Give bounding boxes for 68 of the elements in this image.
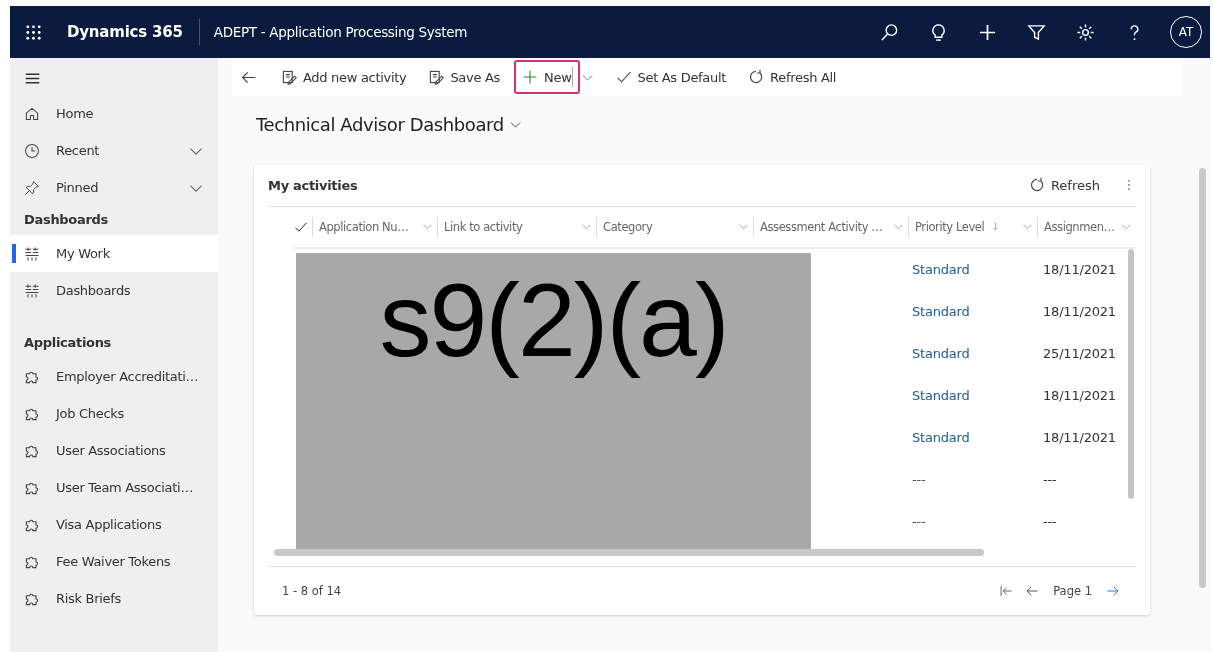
column-header[interactable]: Assignmen…	[1037, 216, 1136, 237]
table-cell-text: ---	[911, 514, 927, 530]
sidebar-item[interactable]: Job Checks	[10, 395, 218, 432]
toolbar-button[interactable]: Refresh All	[740, 60, 845, 94]
vertical-scrollbar[interactable]	[1128, 248, 1134, 499]
column-header[interactable]: Assessment Activity …	[753, 216, 908, 237]
table-cell: 18/11/2021	[1043, 388, 1116, 404]
sidebar-item[interactable]: Pinned	[10, 169, 218, 206]
lightbulb-icon[interactable]	[929, 22, 948, 42]
record-count: 1 - 8 of 14	[282, 583, 342, 598]
horizontal-scrollbar[interactable]	[274, 548, 984, 556]
sidebar-item[interactable]: Employer Accreditati…	[10, 358, 218, 395]
sidebar-item[interactable]: Fee Waiver Tokens	[10, 543, 218, 580]
settings-icon[interactable]	[1076, 22, 1095, 42]
clock-icon	[24, 142, 40, 159]
plus-icon[interactable]	[978, 22, 997, 42]
refresh-icon	[748, 69, 765, 85]
sidebar-item[interactable]: User Team Associati…	[10, 469, 218, 506]
sidebar-item[interactable]: Home	[10, 95, 218, 132]
table-cell: 18/11/2021	[1043, 430, 1116, 446]
table-cell-text: ---	[911, 472, 927, 488]
first-page-icon[interactable]	[999, 583, 1014, 598]
table-cell: 25/11/2021	[1043, 346, 1116, 362]
home-icon	[24, 105, 40, 122]
check-icon	[615, 69, 632, 85]
refresh-button[interactable]: Refresh	[1022, 173, 1106, 198]
column-header[interactable]: Category	[596, 216, 753, 237]
dashboard-selector[interactable]: Technical Advisor Dashboard	[256, 114, 522, 135]
card-title: My activities	[268, 177, 358, 193]
toolbar-button[interactable]: Set As Default	[607, 60, 735, 94]
sidebar-item[interactable]: User Associations	[10, 432, 218, 469]
table-cell: 18/11/2021	[1043, 262, 1116, 278]
sidebar-item[interactable]: Risk Briefs	[10, 580, 218, 617]
table-cell-text: Standard	[911, 388, 971, 404]
column-header[interactable]: Link to activity	[437, 216, 596, 237]
table-cell: ---	[1043, 514, 1057, 530]
search-icon[interactable]	[880, 22, 899, 42]
app-title: ADEPT - Application Processing System	[213, 24, 468, 40]
column-header[interactable]: Priority Level	[908, 216, 1037, 237]
page-number: Page 1	[1053, 583, 1092, 598]
section-heading: Dashboards	[23, 211, 110, 229]
filter-icon[interactable]	[1027, 22, 1046, 42]
app-launcher-icon[interactable]	[24, 22, 43, 42]
pin-icon	[24, 179, 40, 196]
table-cell-text: Standard	[911, 262, 971, 278]
table-cell-text: Standard	[911, 430, 971, 446]
sidebar-item[interactable]: Dashboards	[10, 272, 218, 309]
page-scrollbar[interactable]	[1199, 168, 1206, 588]
sidebar-item[interactable]: Recent	[10, 132, 218, 169]
column-header[interactable]: Application Nu…	[312, 216, 437, 237]
toolbar-button[interactable]: Add new activity	[273, 60, 415, 94]
sidebar-item[interactable]: My Work	[10, 235, 218, 272]
table-cell: 18/11/2021	[1043, 304, 1116, 320]
redaction-block: s9(2)(a)	[296, 253, 811, 549]
form-edit-icon	[281, 69, 297, 85]
plus-icon	[522, 69, 539, 85]
new-button[interactable]: New	[514, 60, 580, 94]
dashboard-icon	[24, 282, 40, 299]
refresh-icon	[1028, 177, 1045, 194]
table-cell-text: Standard	[911, 346, 971, 362]
dashboard-icon	[24, 245, 40, 262]
sidebar-item[interactable]: Visa Applications	[10, 506, 218, 543]
section-heading: Applications	[23, 334, 113, 352]
brand-name[interactable]: Dynamics 365	[67, 23, 183, 41]
table-cell: ---	[1043, 472, 1057, 488]
toolbar-button[interactable]: Save As	[420, 60, 509, 94]
form-edit-icon	[428, 69, 445, 85]
table-cell-text: Standard	[911, 304, 971, 320]
